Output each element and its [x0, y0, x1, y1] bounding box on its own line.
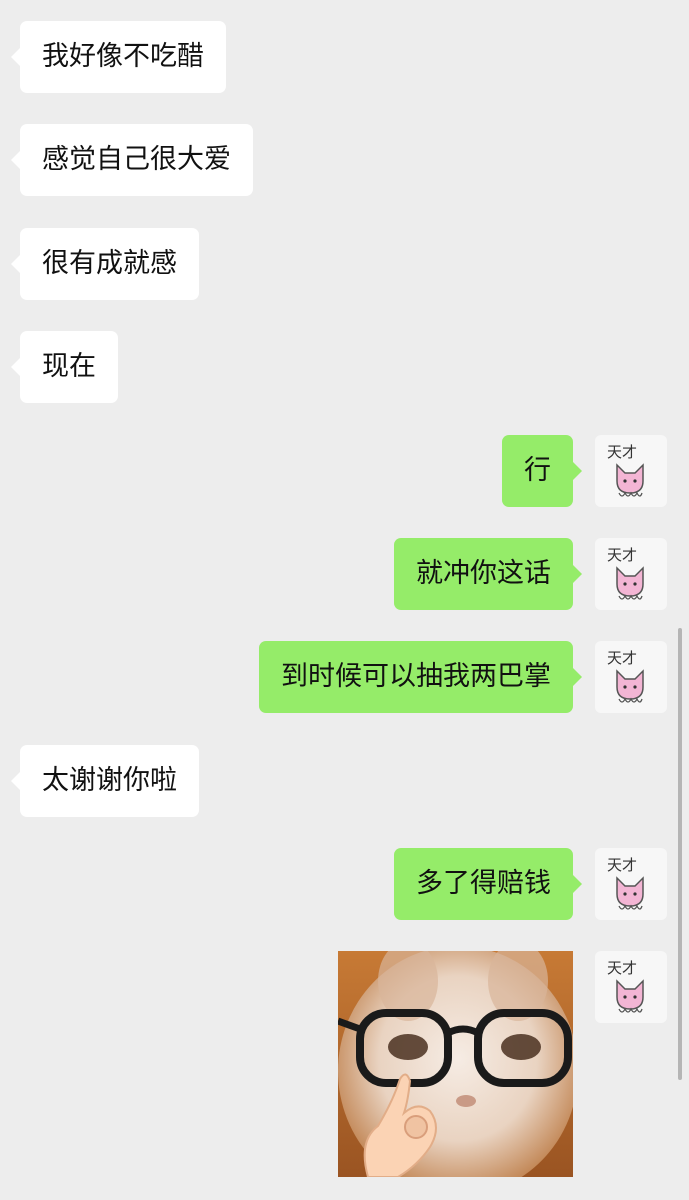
avatar-label: 天才 — [607, 546, 637, 564]
message-bubble[interactable]: 到时候可以抽我两巴掌 — [259, 641, 582, 713]
chat-message-outgoing: 行 天才 — [0, 435, 689, 515]
pink-cat-icon: 天才 — [607, 546, 644, 600]
avatar-label: 天才 — [607, 959, 637, 977]
chat-message-outgoing: 到时候可以抽我两巴掌 天才 — [0, 641, 689, 721]
message-bubble[interactable]: 多了得赔钱 — [394, 848, 582, 920]
message-bubble[interactable]: 感觉自己很大爱 — [11, 124, 253, 196]
avatar[interactable]: 天才 — [595, 435, 667, 507]
chat-message-outgoing: 就冲你这话 天才 — [0, 538, 689, 618]
pink-cat-icon: 天才 — [607, 856, 644, 910]
avatar[interactable]: 天才 — [595, 951, 667, 1023]
message-bubble[interactable]: 太谢谢你啦 — [11, 745, 199, 817]
message-bubble[interactable]: 就冲你这话 — [394, 538, 582, 610]
chat-message-incoming: 很有成就感 — [0, 228, 689, 308]
cat-with-glasses-meme[interactable] — [338, 951, 573, 1177]
pink-cat-icon: 天才 — [607, 649, 644, 703]
chat-message-incoming: 现在 — [0, 331, 689, 411]
avatar[interactable]: 天才 — [595, 848, 667, 920]
message-bubble[interactable]: 我好像不吃醋 — [11, 21, 226, 93]
pink-cat-icon: 天才 — [607, 959, 644, 1013]
message-bubble[interactable]: 现在 — [11, 331, 118, 403]
pink-cat-icon: 天才 — [607, 443, 644, 497]
scrollbar[interactable] — [678, 628, 682, 1080]
chat-message-incoming: 感觉自己很大爱 — [0, 124, 689, 204]
chat-message-incoming: 太谢谢你啦 — [0, 745, 689, 825]
chat-message-incoming: 我好像不吃醋 — [0, 21, 689, 101]
chat-message-outgoing: 多了得赔钱 天才 — [0, 848, 689, 928]
avatar[interactable]: 天才 — [595, 538, 667, 610]
avatar-label: 天才 — [607, 649, 637, 667]
message-bubble[interactable]: 很有成就感 — [11, 228, 199, 300]
avatar-label: 天才 — [607, 856, 637, 874]
avatar[interactable]: 天才 — [595, 641, 667, 713]
avatar-label: 天才 — [607, 443, 637, 461]
meme-image — [338, 951, 573, 1177]
message-bubble[interactable]: 行 — [502, 435, 582, 507]
